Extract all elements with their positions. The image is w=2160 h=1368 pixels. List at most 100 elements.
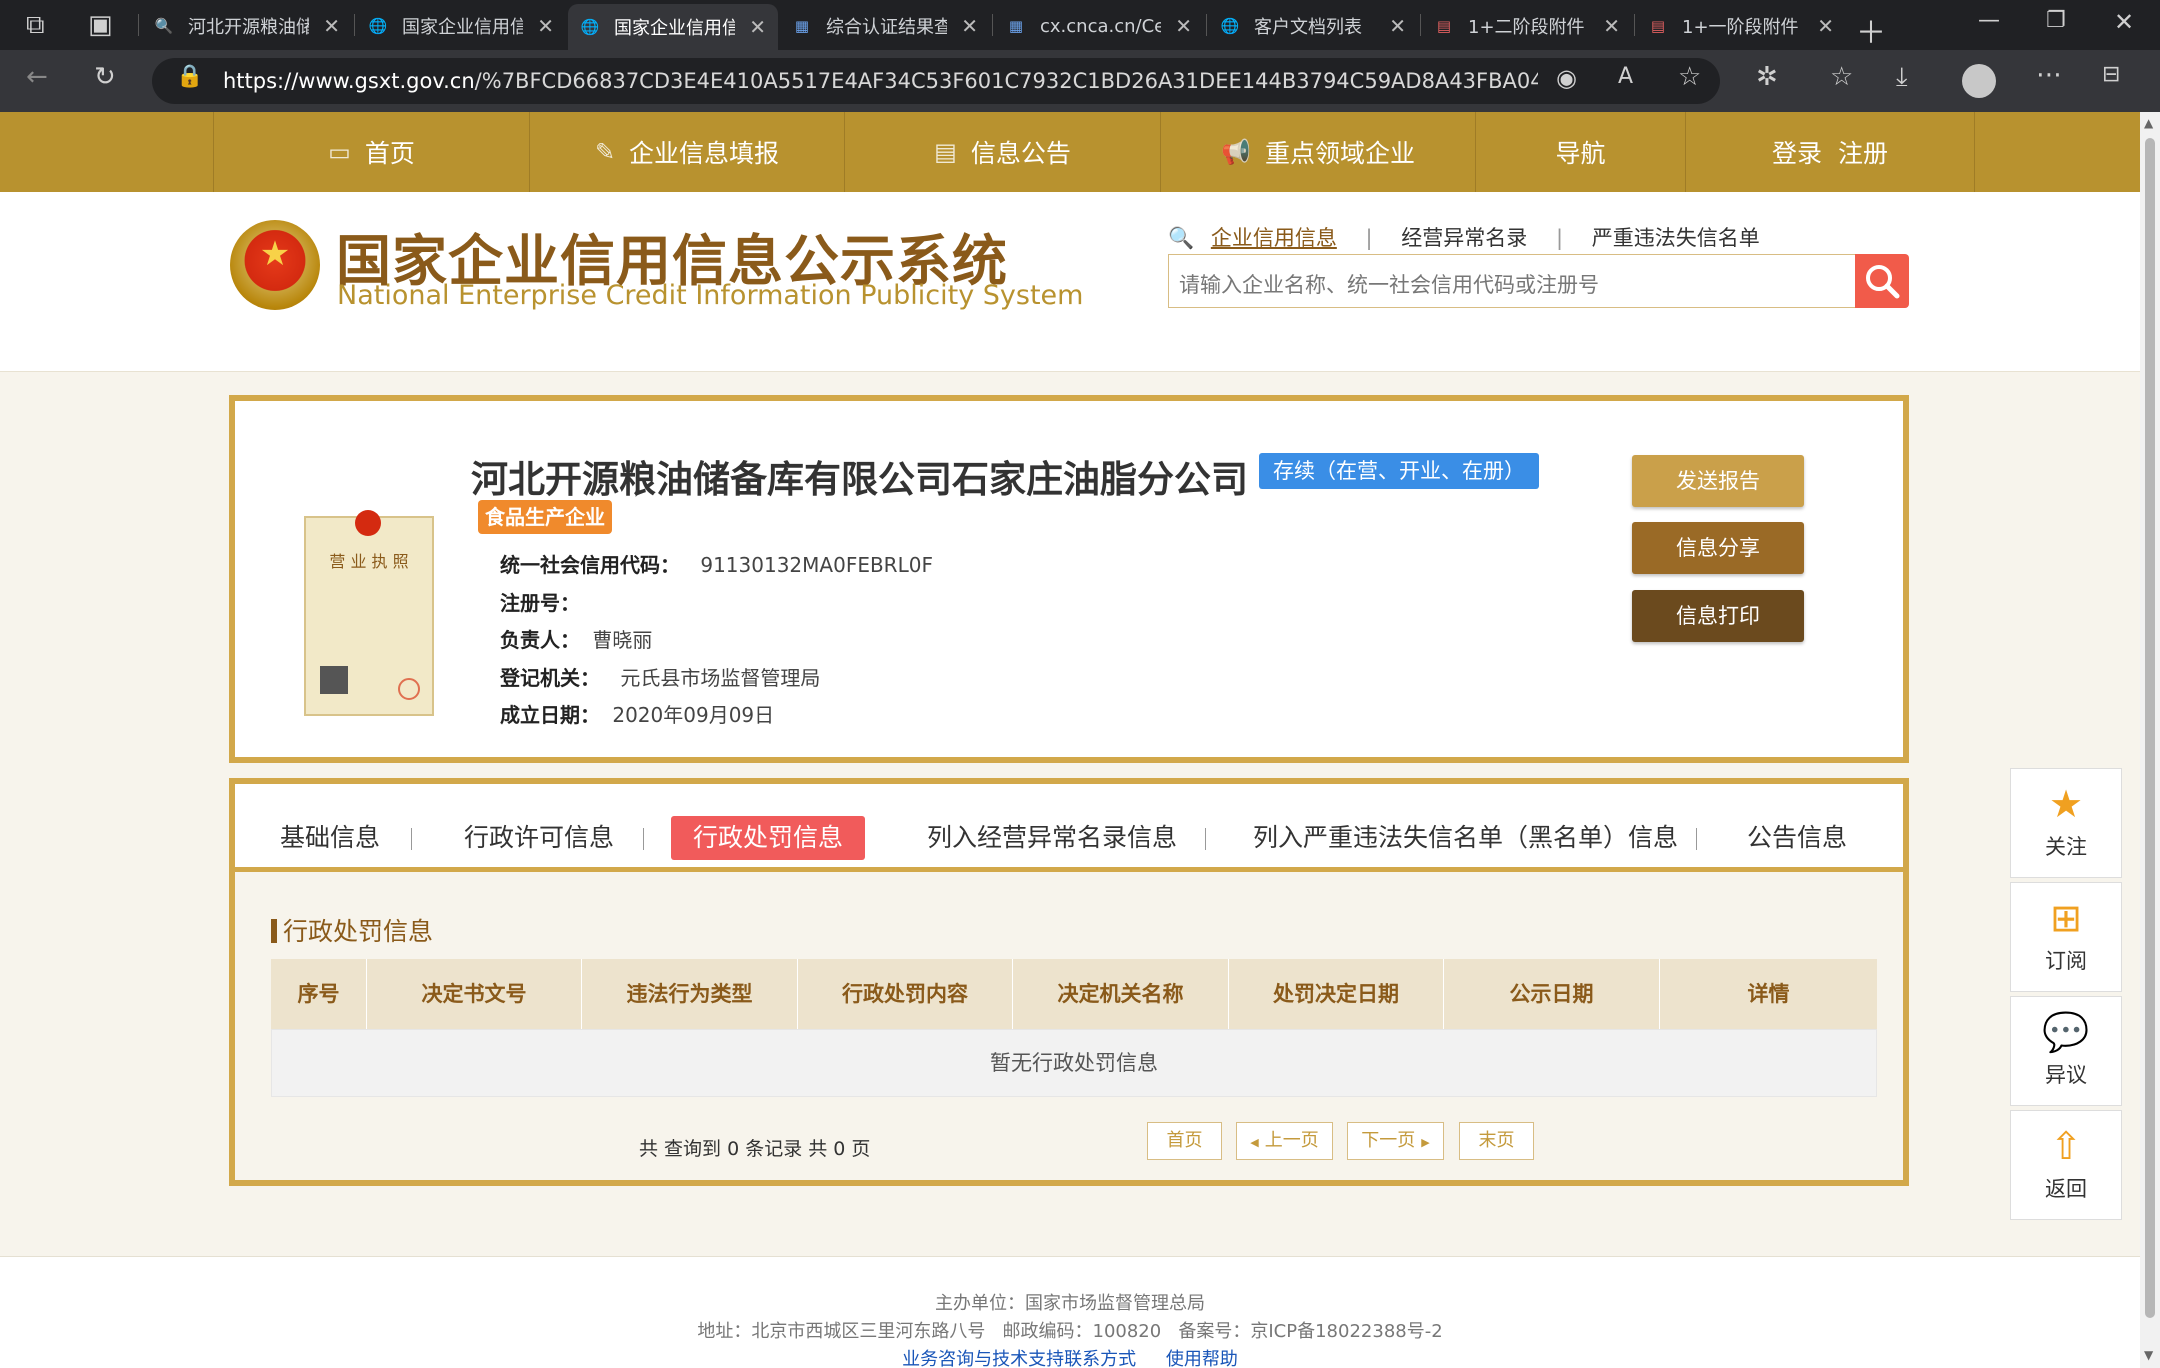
minimize-icon[interactable]: — xyxy=(1978,8,2000,33)
nav-item-key-sectors[interactable]: 📢 重点领域企业 xyxy=(1160,112,1475,192)
back-to-top-button[interactable]: ⇧ 返回 xyxy=(2010,1110,2122,1220)
extensions-icon[interactable]: ✲ xyxy=(1756,62,1778,92)
follow-button[interactable]: ★ 关注 xyxy=(2010,768,2122,878)
field-reg-number: 注册号： xyxy=(500,591,580,615)
download-icon[interactable]: ⤓ xyxy=(1896,62,1908,93)
close-icon[interactable]: ✕ xyxy=(1817,14,1834,38)
site-header: ★ 国家企业信用信息公示系统 National Enterprise Credi… xyxy=(0,192,2140,372)
field-established-date: 成立日期： 2020年09月09日 xyxy=(500,703,775,727)
new-tab-icon[interactable]: ＋ xyxy=(1856,8,1886,52)
table-header: 序号 决定书文号 违法行为类型 行政处罚内容 决定机关名称 处罚决定日期 公示日… xyxy=(271,959,1877,1029)
chat-icon: 💬 xyxy=(2042,1010,2090,1054)
search-button[interactable] xyxy=(1855,254,1909,308)
column-header: 决定书文号 xyxy=(367,959,582,1029)
seal-icon xyxy=(398,678,420,700)
close-icon[interactable]: ✕ xyxy=(749,15,766,39)
status-badge: 存续（在营、开业、在册） xyxy=(1259,453,1539,489)
objection-button[interactable]: 💬 异议 xyxy=(2010,996,2122,1106)
site-subtitle: National Enterprise Credit Information P… xyxy=(337,280,1084,311)
scroll-down-icon[interactable]: ▼ xyxy=(2144,1348,2153,1362)
star-icon: ★ xyxy=(2048,782,2084,826)
print-info-button[interactable]: 信息打印 xyxy=(1632,590,1804,642)
tab-actions-icon[interactable]: ▣ xyxy=(88,10,113,40)
scroll-up-icon[interactable]: ▲ xyxy=(2144,116,2153,130)
search-input[interactable]: 请输入企业名称、统一社会信用代码或注册号 xyxy=(1168,254,1856,308)
first-page-button[interactable]: 首页 xyxy=(1147,1122,1222,1160)
column-header: 行政处罚内容 xyxy=(798,959,1013,1029)
tab-admin-penalty[interactable]: 行政处罚信息 xyxy=(671,816,866,860)
site-navigation: ▭ 首页 ✎ 企业信息填报 ▤ 信息公告 📢 重点领域企业 导航 登录 注册 xyxy=(0,112,2140,192)
tab-basic-info[interactable]: 基础信息 xyxy=(280,816,380,860)
footer-address: 地址：北京市西城区三里河东路八号 邮政编码：100820 备案号：京ICP备18… xyxy=(697,1321,1443,1342)
close-icon[interactable]: ✕ xyxy=(1603,14,1620,38)
globe-icon: 🌐 xyxy=(580,18,600,36)
browser-tab[interactable]: ▤ 1+一阶段附件 ✕ xyxy=(1636,6,1846,46)
info-panel: 基础信息 行政许可信息 行政处罚信息 列入经营异常名录信息 列入严重违法失信名单… xyxy=(229,778,1909,1186)
browser-tab[interactable]: ▤ 1+二阶段附件 ✕ xyxy=(1422,6,1632,46)
edge-icon[interactable]: ◉ xyxy=(1556,64,1577,92)
send-report-button[interactable]: 发送报告 xyxy=(1632,455,1804,507)
field-registration-authority: 登记机关： 元氏县市场监督管理局 xyxy=(500,666,821,690)
lock-icon[interactable]: 🔒 xyxy=(176,64,203,89)
back-icon[interactable]: ← xyxy=(26,62,48,92)
close-icon[interactable]: ✕ xyxy=(1389,14,1406,38)
tab-announcements[interactable]: 公告信息 xyxy=(1747,816,1847,860)
section-title: 行政处罚信息 xyxy=(271,912,433,948)
url-text[interactable]: https://www.gsxt.gov.cn/%7BFCD66837CD3E4… xyxy=(223,69,1538,93)
browser-tab[interactable]: ▦ 综合认证结果查询 ✕ xyxy=(780,6,990,46)
refresh-icon[interactable]: ↻ xyxy=(94,62,116,92)
support-contact-link[interactable]: 业务咨询与技术支持联系方式 xyxy=(902,1349,1136,1368)
workspaces-icon[interactable]: ⧉ xyxy=(26,10,45,41)
favorite-star-icon[interactable]: ☆ xyxy=(1678,62,1701,92)
close-icon[interactable]: ✕ xyxy=(1175,14,1192,38)
nav-item-home[interactable]: ▭ 首页 xyxy=(213,112,529,192)
up-arrow-icon: ⇧ xyxy=(2050,1124,2082,1168)
last-page-button[interactable]: 末页 xyxy=(1459,1122,1534,1160)
tab-abnormal-list[interactable]: 列入经营异常名录信息 xyxy=(927,816,1177,860)
column-header: 处罚决定日期 xyxy=(1229,959,1444,1029)
scrollbar-thumb[interactable] xyxy=(2145,138,2155,1318)
column-header: 决定机关名称 xyxy=(1013,959,1229,1029)
close-icon[interactable]: ✕ xyxy=(537,14,554,38)
search-type-links: 🔍 企业信用信息 | 经营异常名录 | 严重违法失信名单 xyxy=(1168,226,1760,250)
more-icon[interactable]: ⋯ xyxy=(2036,60,2062,90)
company-card: 营 业 执 照 河北开源粮油储备库有限公司石家庄油脂分公司 存续（在营、开业、在… xyxy=(229,395,1909,763)
search-link-credit[interactable]: 企业信用信息 xyxy=(1211,226,1337,250)
browser-tab[interactable]: 🔍 河北开源粮油储备库 ✕ xyxy=(142,6,352,46)
tab-blacklist[interactable]: 列入严重违法失信名单（黑名单）信息 xyxy=(1253,816,1678,860)
sidebar-toggle-icon[interactable]: ⊟ xyxy=(2102,62,2120,87)
close-icon[interactable]: ✕ xyxy=(323,14,340,38)
favorites-icon[interactable]: ☆ xyxy=(1830,62,1853,92)
next-page-button[interactable]: 下一页 ▶ xyxy=(1347,1122,1444,1160)
share-info-button[interactable]: 信息分享 xyxy=(1632,522,1804,574)
avatar[interactable] xyxy=(1962,64,1996,98)
restore-icon[interactable]: ❐ xyxy=(2046,8,2066,33)
nav-item-announcements[interactable]: ▤ 信息公告 xyxy=(844,112,1160,192)
search-icon: 🔍 xyxy=(154,17,174,35)
nav-item-report[interactable]: ✎ 企业信息填报 xyxy=(529,112,844,192)
caret-right-icon: ▶ xyxy=(1421,1136,1430,1149)
nav-item-login-register[interactable]: 登录 注册 xyxy=(1685,112,1975,192)
qr-code-icon xyxy=(320,666,348,694)
page-scrollbar[interactable]: ▲ ▼ xyxy=(2140,112,2160,1368)
browser-tab[interactable]: ▦ cx.cnca.cn/Cert ✕ xyxy=(994,6,1204,46)
footer-organizer: 主办单位：国家市场监督管理总局 xyxy=(935,1293,1205,1314)
document-icon: ▦ xyxy=(1008,17,1024,35)
column-header: 公示日期 xyxy=(1444,959,1660,1029)
company-tag: 食品生产企业 xyxy=(478,500,612,534)
close-icon[interactable]: ✕ xyxy=(961,14,978,38)
browser-tab[interactable]: 🌐 客户文档列表 ✕ xyxy=(1208,6,1418,46)
nav-item-navigation[interactable]: 导航 xyxy=(1475,112,1685,192)
tab-admin-license[interactable]: 行政许可信息 xyxy=(464,816,614,860)
browser-tab-active[interactable]: 🌐 国家企业信用信息 ✕ xyxy=(568,4,778,50)
prev-page-button[interactable]: ◀ 上一页 xyxy=(1236,1122,1333,1160)
search-link-abnormal[interactable]: 经营异常名录 xyxy=(1401,226,1527,250)
business-license-image[interactable]: 营 业 执 照 xyxy=(304,510,434,716)
help-link[interactable]: 使用帮助 xyxy=(1166,1349,1238,1368)
column-header: 违法行为类型 xyxy=(582,959,798,1029)
subscribe-button[interactable]: ⊞ 订阅 xyxy=(2010,882,2122,992)
search-link-blacklist[interactable]: 严重违法失信名单 xyxy=(1592,226,1760,250)
read-aloud-icon[interactable]: A xyxy=(1618,64,1633,89)
close-window-icon[interactable]: ✕ xyxy=(2114,8,2134,36)
browser-tab[interactable]: 🌐 国家企业信用信息 ✕ xyxy=(356,6,566,46)
